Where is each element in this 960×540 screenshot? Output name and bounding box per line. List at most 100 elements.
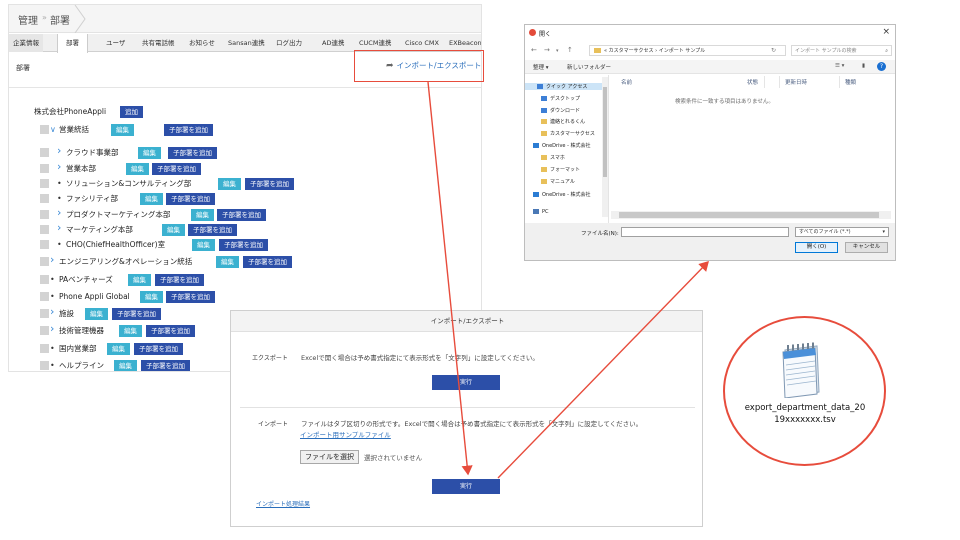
import-result-link[interactable]: インポート処理結果 [256,499,310,508]
back-arrow-icon[interactable]: ← [531,46,537,54]
expand-chevron-icon[interactable]: › [57,145,61,157]
edit-button[interactable]: 編集 [107,343,130,355]
import-run-button[interactable]: 実行 [432,479,500,494]
department-checkbox[interactable] [40,148,49,157]
edit-button[interactable]: 編集 [140,193,163,205]
edit-button[interactable]: 編集 [216,256,239,268]
add-child-button[interactable]: 子部署を追加 [217,209,266,221]
add-child-button[interactable]: 子部署を追加 [243,256,292,268]
open-button[interactable]: 開く(O) [795,242,838,253]
address-box[interactable]: « カスタマーサクセス › インポート サンプル [589,45,786,56]
column-type[interactable]: 種類 [845,78,856,86]
scrollbar-thumb[interactable] [619,212,879,218]
add-child-button[interactable]: 子部署を追加 [245,178,294,190]
edit-button[interactable]: 編集 [111,124,134,136]
department-checkbox[interactable] [40,179,49,188]
add-child-button[interactable]: 子部署を追加 [219,239,268,251]
department-checkbox[interactable] [40,361,49,370]
company-add-button[interactable]: 追加 [120,106,143,118]
expand-chevron-icon[interactable]: › [50,306,54,318]
add-child-button[interactable]: 子部署を追加 [141,360,190,371]
add-child-button[interactable]: 子部署を追加 [146,325,195,337]
column-status[interactable]: 状態 [747,78,758,86]
department-checkbox[interactable] [40,225,49,234]
department-checkbox[interactable] [40,240,49,249]
sample-file-link[interactable]: インポート用サンプルファイル [300,429,391,439]
nav-item[interactable]: スマホ [541,154,565,161]
nav-item[interactable]: ダウンロード [541,107,580,114]
nav-item[interactable]: デスクトップ [541,95,580,102]
nav-item[interactable]: フォーマット [541,166,580,173]
edit-button[interactable]: 編集 [85,308,108,320]
edit-button[interactable]: 編集 [192,239,215,251]
tab-company-info[interactable]: 企業情報 [9,34,43,52]
department-checkbox[interactable] [40,292,49,301]
edit-button[interactable]: 編集 [126,163,149,175]
department-checkbox[interactable] [40,210,49,219]
edit-button[interactable]: 編集 [128,274,151,286]
tab-shared-phonebook[interactable]: 共有電話帳 [142,34,175,52]
cancel-button[interactable]: キャンセル [845,242,888,253]
department-checkbox[interactable] [40,257,49,266]
preview-pane-icon[interactable]: ▮ [862,63,865,69]
tab-notices[interactable]: お知らせ [189,34,215,52]
tab-department[interactable]: 部署 [57,34,88,53]
expand-chevron-icon[interactable]: › [50,254,54,266]
department-checkbox[interactable] [40,344,49,353]
edit-button[interactable]: 編集 [140,291,163,303]
department-checkbox[interactable] [40,164,49,173]
add-child-button[interactable]: 子部署を追加 [164,124,213,136]
nav-item[interactable]: カスタマーサクセス [541,130,595,137]
expand-chevron-icon[interactable]: › [50,323,54,335]
tab-sansan[interactable]: Sansan連携 [228,34,265,52]
edit-button[interactable]: 編集 [191,209,214,221]
department-checkbox[interactable] [40,125,49,134]
help-icon[interactable]: ? [877,62,886,71]
breadcrumb-root[interactable]: 管理 [18,12,38,27]
nav-item[interactable]: マニュアル [541,178,575,185]
nav-item[interactable]: 連絡とれるくん [541,118,585,125]
notepad-file-icon[interactable] [773,340,829,398]
expand-chevron-icon[interactable]: › [57,222,61,234]
search-input[interactable]: インポート サンプルの検索 ⌕ [791,45,892,56]
edit-button[interactable]: 編集 [218,178,241,190]
tab-log-output[interactable]: ログ出力 [276,34,302,52]
add-child-button[interactable]: 子部署を追加 [134,343,183,355]
add-child-button[interactable]: 子部署を追加 [166,291,215,303]
edit-button[interactable]: 編集 [138,147,161,159]
column-name[interactable]: 名前 [621,78,632,86]
expand-chevron-icon[interactable]: › [57,161,61,173]
column-modified[interactable]: 更新日時 [785,78,807,86]
scrollbar-thumb[interactable] [603,87,607,177]
nav-item[interactable]: PC [533,209,549,215]
refresh-icon[interactable]: ↻ [771,47,776,54]
tab-ad[interactable]: AD連携 [322,34,344,52]
tab-users[interactable]: ユーザ [106,34,125,52]
add-child-button[interactable]: 子部署を追加 [152,163,201,175]
add-child-button[interactable]: 子部署を追加 [166,193,215,205]
close-icon[interactable]: × [882,27,890,37]
file-type-select[interactable]: すべてのファイル (*.*) ▾ [795,227,889,237]
organize-button[interactable]: 整理 ▾ [533,63,549,71]
export-run-button[interactable]: 実行 [432,375,500,390]
department-checkbox[interactable] [40,309,49,318]
file-name-input[interactable] [621,227,789,237]
nav-item[interactable]: OneDrive - 株式会社 [533,142,591,149]
add-child-button[interactable]: 子部署を追加 [168,147,217,159]
add-child-button[interactable]: 子部署を追加 [188,224,237,236]
file-list-scrollbar[interactable] [611,211,891,219]
up-arrow-icon[interactable]: ↑ [567,46,573,54]
add-child-button[interactable]: 子部署を追加 [155,274,204,286]
forward-arrow-icon[interactable]: → [544,46,550,54]
choose-file-button[interactable]: ファイルを選択 [300,450,359,464]
edit-button[interactable]: 編集 [162,224,185,236]
nav-item[interactable]: クイック アクセス [525,83,605,90]
recent-chevron-icon[interactable]: ▾ [556,48,559,54]
collapse-chevron-icon[interactable]: ∨ [50,124,56,136]
expand-chevron-icon[interactable]: › [57,207,61,219]
department-checkbox[interactable] [40,326,49,335]
view-options-icon[interactable]: ☰ ▾ [835,63,844,69]
edit-button[interactable]: 編集 [119,325,142,337]
department-checkbox[interactable] [40,194,49,203]
nav-item[interactable]: OneDrive - 株式会社 [533,191,591,198]
